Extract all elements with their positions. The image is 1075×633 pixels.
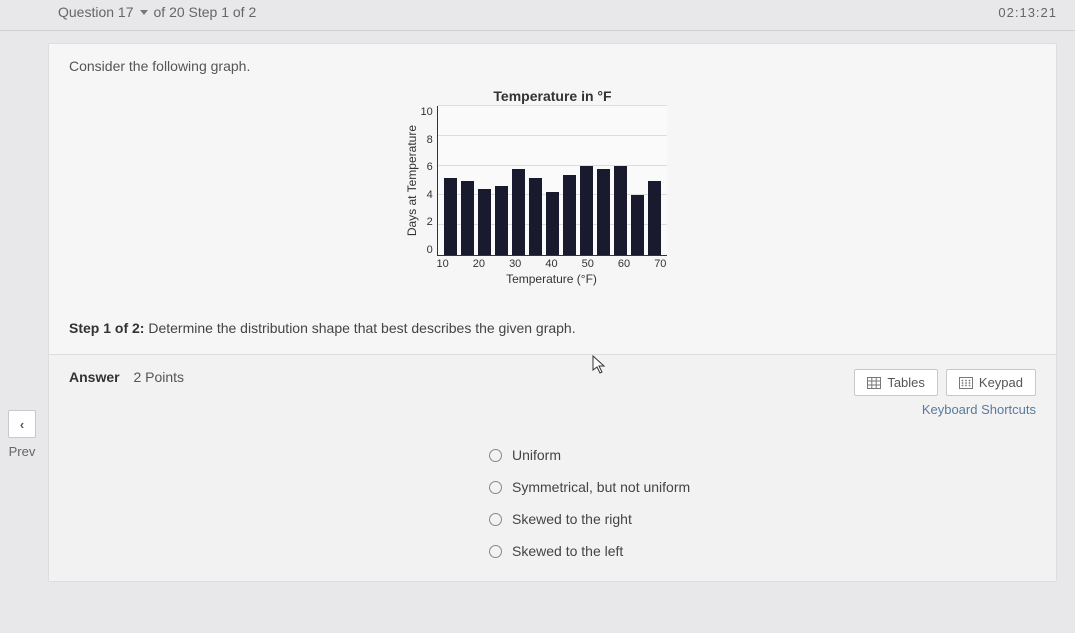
option-label: Skewed to the left [512,543,623,559]
ytick: 8 [427,134,433,146]
bar [546,192,559,255]
question-number-label: Question 17 [58,4,134,20]
chevron-left-icon: ‹ [20,417,24,432]
bar [512,169,525,255]
step-label: Step 1 of 2: [69,320,144,336]
ytick: 2 [427,216,433,228]
tables-button[interactable]: Tables [854,369,938,396]
bar [529,178,542,255]
question-nav: Question 17 of 20 Step 1 of 2 [58,4,256,20]
bar [614,166,627,255]
xtick: 60 [618,258,630,270]
question-progress: of 20 Step 1 of 2 [154,4,257,20]
option-symmetrical[interactable]: Symmetrical, but not uniform [489,479,1036,495]
bar [461,181,474,256]
xtick: 40 [545,258,557,270]
bar [478,189,491,255]
table-icon [867,377,881,389]
option-skewed-left[interactable]: Skewed to the left [489,543,1036,559]
option-label: Skewed to the right [512,511,632,527]
plot-area [437,106,667,256]
answer-options: Uniform Symmetrical, but not uniform Ske… [489,447,1036,559]
bar [580,166,593,255]
content-panel: Consider the following graph. Temperatur… [48,43,1057,582]
option-label: Symmetrical, but not uniform [512,479,690,495]
bar [597,169,610,255]
prev-label: Prev [8,444,36,459]
chart-title: Temperature in °F [403,88,703,104]
xtick: 70 [654,258,666,270]
x-axis-ticks: 10 20 30 40 50 60 70 [437,256,667,270]
keyboard-shortcuts-link[interactable]: Keyboard Shortcuts [854,402,1036,417]
caret-down-icon [140,10,148,15]
bar [444,178,457,255]
bar [648,181,661,256]
xtick: 50 [582,258,594,270]
ytick: 6 [427,161,433,173]
prev-button[interactable]: ‹ [8,410,36,438]
xtick: 20 [473,258,485,270]
xtick: 30 [509,258,521,270]
bar [631,195,644,255]
option-label: Uniform [512,447,561,463]
timer: 02:13:21 [998,5,1057,20]
keypad-button[interactable]: Keypad [946,369,1036,396]
option-skewed-right[interactable]: Skewed to the right [489,511,1036,527]
question-dropdown[interactable]: Question 17 [58,4,148,20]
bars-group [438,106,667,255]
xtick: 10 [437,258,449,270]
answer-label: Answer [69,369,120,385]
ytick: 4 [427,189,433,201]
bar [563,175,576,255]
step-instruction: Step 1 of 2: Determine the distribution … [49,292,1056,354]
ytick: 0 [427,244,433,256]
radio-icon [489,449,502,462]
answer-section: Answer 2 Points Tables Keypad [49,354,1056,581]
chart-container: Temperature in °F Days at Temperature 10… [49,84,1056,292]
answer-label-row: Answer 2 Points [69,369,184,385]
question-header: Question 17 of 20 Step 1 of 2 02:13:21 [0,0,1075,31]
keypad-icon [959,377,973,389]
bar [495,186,508,255]
prev-nav: ‹ Prev [8,410,36,459]
keypad-button-label: Keypad [979,375,1023,390]
option-uniform[interactable]: Uniform [489,447,1036,463]
ytick: 10 [421,106,433,118]
radio-icon [489,513,502,526]
y-axis-label: Days at Temperature [403,125,421,236]
points-label: 2 Points [133,369,184,385]
tables-button-label: Tables [887,375,925,390]
radio-icon [489,545,502,558]
x-axis-label: Temperature (°F) [437,272,667,286]
step-text: Determine the distribution shape that be… [148,320,575,336]
radio-icon [489,481,502,494]
y-axis-ticks: 10 8 6 4 2 0 [421,106,437,256]
prompt-text: Consider the following graph. [49,44,1056,84]
